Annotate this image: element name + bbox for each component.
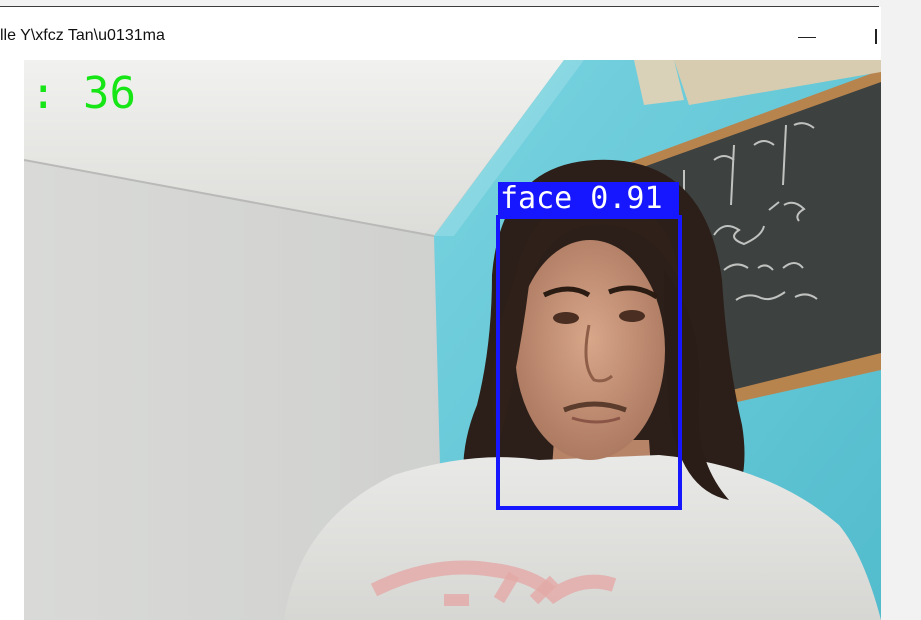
minimize-icon[interactable]	[798, 37, 816, 38]
camera-feed: : 36 face 0.91	[24, 60, 881, 620]
window-title: lle Y\xfcz Tan\u0131ma	[0, 27, 165, 44]
app-window: lle Y\xfcz Tan\u0131ma: 36 face 0.91	[0, 7, 881, 620]
title-bar[interactable]: lle Y\xfcz Tan\u0131ma	[0, 7, 881, 59]
webcam-frame	[24, 60, 881, 620]
face-bounding-box	[496, 215, 682, 510]
maximize-icon[interactable]	[875, 29, 877, 44]
detection-label: face 0.91	[498, 182, 679, 215]
desktop-background	[881, 7, 921, 620]
fps-counter: : 36	[30, 68, 136, 119]
